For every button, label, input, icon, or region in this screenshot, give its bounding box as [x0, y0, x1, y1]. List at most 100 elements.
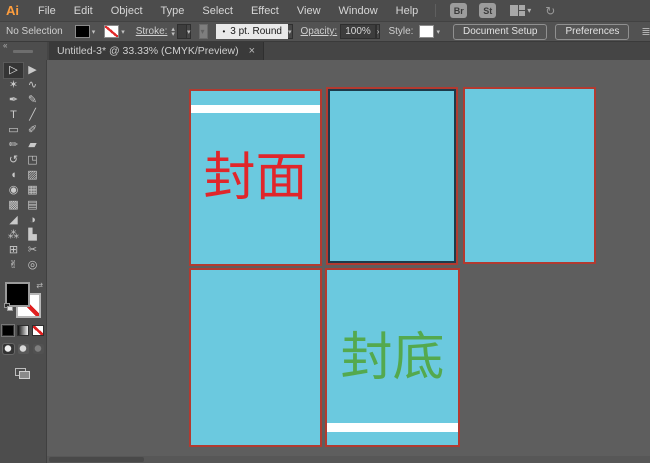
color-button[interactable]	[2, 325, 14, 336]
default-fill-stroke-icon[interactable]	[4, 303, 13, 311]
pen-tool[interactable]: ✒	[4, 93, 23, 108]
document-setup-button[interactable]: Document Setup	[453, 24, 548, 40]
eraser-tool[interactable]: ▰	[23, 138, 42, 153]
stroke-weight-chevron-icon[interactable]: ▾	[187, 24, 192, 39]
stroke-color-swatch[interactable]	[104, 25, 119, 38]
perspective-grid-tool[interactable]: ▦	[23, 183, 42, 198]
tool-grid: ▷ ▶ ✶ ∿ ✒ ✎ T ╱ ▭ ✐ ✏ ▰ ↺ ◳ ◖ ▨ ◉ ▦ ▩ ▤	[4, 63, 42, 273]
collapse-panel-icon[interactable]: «	[3, 41, 7, 50]
brush-dot-icon: •	[222, 27, 225, 36]
opacity-link[interactable]: Opacity:	[301, 26, 338, 37]
rotate-tool[interactable]: ↺	[4, 153, 23, 168]
scrollbar-thumb[interactable]	[49, 457, 144, 462]
gradient-button[interactable]	[17, 325, 29, 336]
drawing-modes-row	[3, 344, 44, 354]
type-tool[interactable]: T	[4, 108, 23, 123]
symbol-sprayer-tool[interactable]: ⁂	[4, 228, 23, 243]
lasso-tool[interactable]: ∿	[23, 78, 42, 93]
fill-stroke-widget: ⇄	[4, 281, 42, 319]
scale-tool[interactable]: ◳	[23, 153, 42, 168]
panel-drag-handle[interactable]	[13, 50, 33, 53]
brush-chevron-icon[interactable]: ▾	[288, 24, 293, 39]
artboard-top-right[interactable]	[463, 87, 596, 264]
curvature-tool[interactable]: ✎	[23, 93, 42, 108]
tools-panel-header: «	[0, 42, 47, 60]
bridge-button[interactable]: Br	[450, 3, 467, 18]
slice-tool[interactable]: ✂	[23, 243, 42, 258]
menu-type[interactable]: Type	[152, 0, 194, 22]
style-label: Style:	[388, 26, 413, 37]
stroke-panel-link[interactable]: Stroke:	[136, 26, 168, 37]
sync-settings-icon[interactable]: ↻	[545, 4, 555, 18]
draw-behind-icon[interactable]	[18, 344, 29, 354]
mesh-tool[interactable]: ▩	[4, 198, 23, 213]
tab-bar: « Untitled-3* @ 33.33% (CMYK/Preview) ×	[0, 42, 650, 60]
back-cover-white-stripe[interactable]	[327, 423, 458, 432]
workspace-switcher-icon[interactable]	[510, 5, 525, 16]
width-profile-dropdown: ▾	[199, 24, 208, 39]
gradient-tool[interactable]: ▤	[23, 198, 42, 213]
cover-title-text[interactable]: 封面	[191, 91, 320, 264]
opacity-expand-icon[interactable]: ›	[376, 24, 381, 39]
menu-help[interactable]: Help	[387, 0, 428, 22]
style-chevron-icon[interactable]: ▾	[434, 28, 443, 36]
artboard-back-cover[interactable]: 封底	[325, 268, 460, 447]
artboard-cover[interactable]: 封面	[189, 89, 322, 266]
menu-object[interactable]: Object	[102, 0, 152, 22]
menu-effect[interactable]: Effect	[242, 0, 288, 22]
stroke-chevron-icon[interactable]: ▾	[119, 28, 128, 36]
fill-chevron-icon[interactable]: ▾	[90, 28, 99, 36]
draw-normal-icon[interactable]	[3, 344, 14, 354]
width-tool[interactable]: ◖	[4, 168, 23, 183]
zoom-tool[interactable]: ◎	[23, 258, 42, 273]
close-tab-icon[interactable]: ×	[249, 45, 255, 57]
stroke-weight-stepper[interactable]: ▴▾	[171, 27, 175, 37]
hand-tool[interactable]: ✌	[4, 258, 23, 273]
menu-window[interactable]: Window	[330, 0, 387, 22]
fill-color-swatch[interactable]	[75, 25, 90, 38]
document-tab[interactable]: Untitled-3* @ 33.33% (CMYK/Preview) ×	[49, 42, 264, 60]
main-content: ▷ ▶ ✶ ∿ ✒ ✎ T ╱ ▭ ✐ ✏ ▰ ↺ ◳ ◖ ▨ ◉ ▦ ▩ ▤	[0, 60, 650, 463]
menu-edit[interactable]: Edit	[65, 0, 102, 22]
magic-wand-tool[interactable]: ✶	[4, 78, 23, 93]
free-transform-tool[interactable]: ▨	[23, 168, 42, 183]
workspace-chevron-icon[interactable]: ▾	[527, 6, 531, 15]
preferences-button[interactable]: Preferences	[555, 24, 629, 40]
menu-separator	[435, 4, 436, 17]
screen-mode-icon[interactable]	[15, 368, 31, 380]
illustrator-window: Ai File Edit Object Type Select Effect V…	[0, 0, 650, 463]
tools-panel: ▷ ▶ ✶ ∿ ✒ ✎ T ╱ ▭ ✐ ✏ ▰ ↺ ◳ ◖ ▨ ◉ ▦ ▩ ▤	[0, 60, 47, 463]
brush-definition-value: 3 pt. Round	[230, 26, 282, 37]
document-tab-title: Untitled-3* @ 33.33% (CMYK/Preview)	[57, 45, 239, 57]
horizontal-scrollbar[interactable]	[47, 456, 650, 463]
artboard-top-middle[interactable]	[326, 87, 458, 265]
none-button[interactable]	[32, 325, 44, 336]
stock-button[interactable]: St	[479, 3, 496, 18]
control-bar: No Selection ▾ ▾ Stroke: ▴▾ ▾ ▾ • 3 pt. …	[0, 22, 650, 42]
align-options-icon[interactable]: ≣	[641, 25, 650, 38]
paintbrush-tool[interactable]: ✐	[23, 123, 42, 138]
artboard-bottom-left[interactable]	[189, 268, 322, 447]
line-segment-tool[interactable]: ╱	[23, 108, 42, 123]
selection-status: No Selection	[6, 26, 63, 37]
pencil-tool[interactable]: ✏	[4, 138, 23, 153]
paint-mode-row	[2, 325, 44, 336]
menu-file[interactable]: File	[29, 0, 65, 22]
rectangle-tool[interactable]: ▭	[4, 123, 23, 138]
direct-selection-tool[interactable]: ▶	[23, 63, 42, 78]
brush-definition-dropdown[interactable]: • 3 pt. Round	[216, 24, 288, 39]
canvas[interactable]: 封面 封底	[47, 60, 650, 463]
artboard-tool[interactable]: ⊞	[4, 243, 23, 258]
menu-select[interactable]: Select	[193, 0, 242, 22]
selection-tool[interactable]: ▷	[4, 63, 23, 78]
swap-fill-stroke-icon[interactable]: ⇄	[36, 281, 43, 290]
stroke-weight-field[interactable]	[177, 24, 187, 39]
back-cover-title-text[interactable]: 封底	[327, 270, 458, 445]
blend-tool[interactable]: ◑	[23, 213, 42, 228]
eyedropper-tool[interactable]: ◢	[4, 213, 23, 228]
opacity-field[interactable]: 100%	[340, 24, 376, 39]
column-graph-tool[interactable]: ▙	[23, 228, 42, 243]
style-swatch[interactable]	[419, 25, 434, 38]
shape-builder-tool[interactable]: ◉	[4, 183, 23, 198]
menu-view[interactable]: View	[288, 0, 330, 22]
